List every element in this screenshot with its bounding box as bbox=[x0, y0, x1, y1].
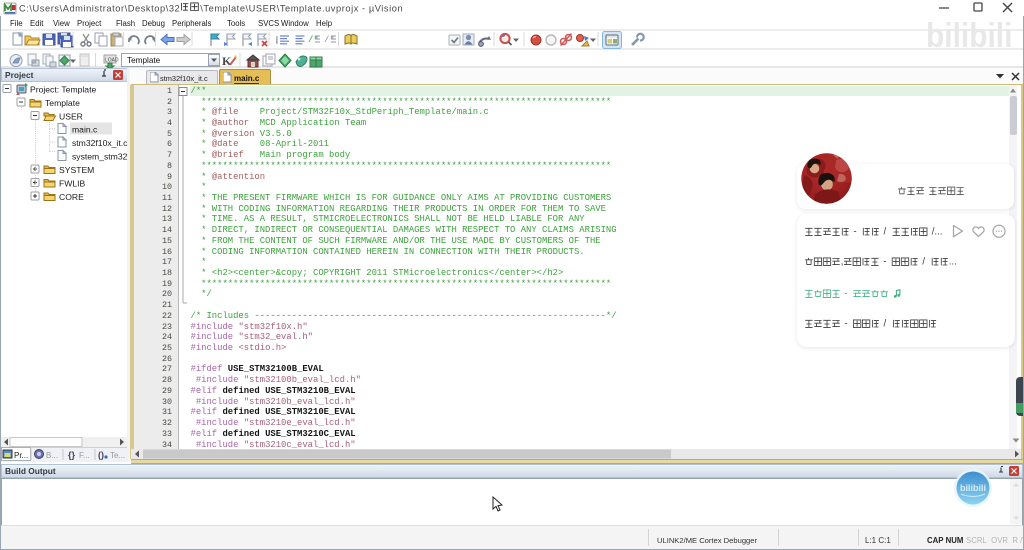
svg-text:bilibili: bilibili bbox=[960, 483, 986, 493]
svg-text:-: - bbox=[883, 257, 886, 268]
svg-text:-: - bbox=[853, 227, 856, 238]
svg-text:,: , bbox=[841, 257, 844, 268]
svg-text:/: / bbox=[884, 227, 887, 238]
svg-text:...: ... bbox=[949, 257, 957, 268]
svg-text:/: / bbox=[884, 319, 887, 330]
svg-text:/: / bbox=[922, 257, 925, 268]
svg-text:-: - bbox=[844, 319, 847, 330]
svg-text:/...: /... bbox=[932, 227, 943, 238]
svg-text:-: - bbox=[844, 289, 847, 300]
